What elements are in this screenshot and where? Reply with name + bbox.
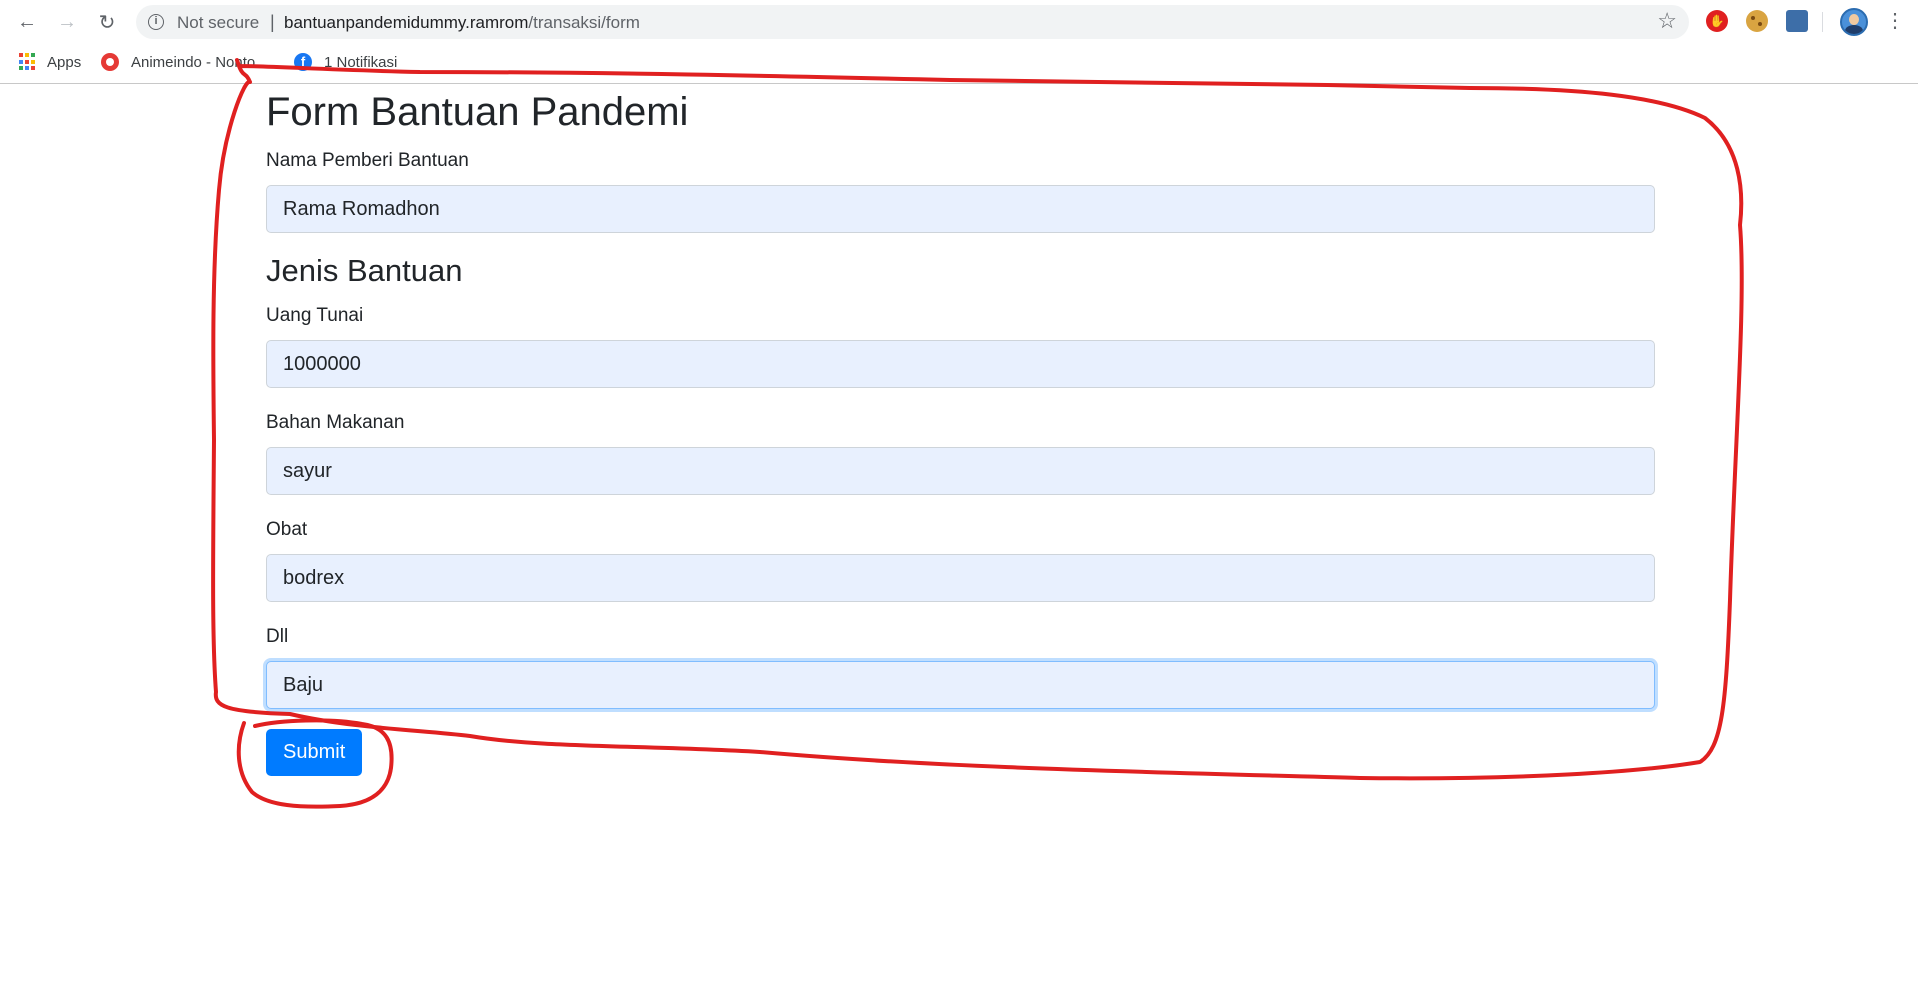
submit-button[interactable]: Submit [266,729,363,776]
url-path: /transaksi/form [528,13,640,32]
obat-label: Obat [266,519,308,540]
obat-group: Obat [266,517,1655,602]
animeindo-icon [101,53,119,71]
page-title: Form Bantuan Pandemi [266,90,689,134]
nama-group: Nama Pemberi Bantuan [266,148,1655,233]
bookmark-notifikasi-label: 1 Notifikasi [324,53,398,71]
toolbar-divider [1822,12,1823,32]
adblock-icon[interactable]: ✋ [1706,10,1728,32]
makanan-input[interactable] [266,447,1655,495]
form-container: Form Bantuan Pandemi Nama Pemberi Bantua… [266,90,1655,731]
url-host: bantuanpandemidummy.ramrom [284,13,529,32]
url-separator: | [270,12,275,32]
bookmark-animeindo[interactable]: Animeindo - Nonto... [101,50,268,74]
dll-group: Dll [266,624,1655,709]
dll-input[interactable] [266,661,1655,709]
security-label: Not secure [177,13,260,32]
bookmark-notifikasi[interactable]: f 1 Notifikasi [294,50,397,74]
cookie-icon[interactable] [1746,10,1768,32]
bookmark-apps-label: Apps [47,53,82,71]
avatar[interactable] [1840,8,1868,36]
uang-label: Uang Tunai [266,305,364,326]
bookmark-apps[interactable]: Apps [19,50,81,74]
obat-input[interactable] [266,554,1655,602]
back-arrow-icon[interactable]: ← [13,8,41,36]
makanan-label: Bahan Makanan [266,412,405,433]
apps-grid-icon [19,53,37,71]
section-title: Jenis Bantuan [266,253,463,288]
address-bar[interactable]: i Not secure | bantuanpandemidummy.ramro… [136,5,1689,39]
browser-toolbar: ← → ↻ i Not secure | bantuanpandemidummy… [0,0,1918,44]
uang-input[interactable] [266,340,1655,388]
star-icon[interactable]: ☆ [1657,8,1677,34]
url-text[interactable]: bantuanpandemidummy.ramrom/transaksi/for… [284,13,640,33]
reload-icon[interactable]: ↻ [93,8,121,36]
menu-icon[interactable]: ⋮ [1885,10,1905,32]
makanan-group: Bahan Makanan [266,410,1655,495]
bookmark-animeindo-label: Animeindo - Nonto... [131,53,268,71]
nama-label: Nama Pemberi Bantuan [266,150,469,171]
info-icon[interactable]: i [148,14,164,30]
facebook-icon: f [294,53,312,71]
forward-arrow-icon[interactable]: → [53,8,81,36]
nama-input[interactable] [266,185,1655,233]
extension-icon[interactable] [1786,10,1808,32]
bookmarks-bar: Apps Animeindo - Nonto... f 1 Notifikasi [0,44,1918,84]
uang-group: Uang Tunai [266,303,1655,388]
dll-label: Dll [266,626,289,647]
